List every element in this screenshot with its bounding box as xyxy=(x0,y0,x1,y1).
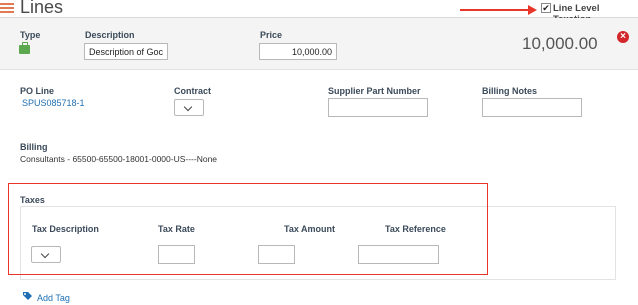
line-total: 10,000.00 xyxy=(522,34,598,53)
billing-label: Billing xyxy=(20,142,48,152)
supplier-part-label: Supplier Part Number xyxy=(328,86,421,96)
billing-notes-input[interactable] xyxy=(482,98,582,117)
contract-label: Contract xyxy=(174,86,212,96)
po-line-link[interactable]: SPUS085718-1 xyxy=(22,98,85,108)
description-input[interactable]: Description of Goc xyxy=(84,43,168,60)
annotation-highlight-box xyxy=(8,183,488,275)
price-label: Price xyxy=(260,30,283,40)
billing-notes-label: Billing Notes xyxy=(482,86,538,96)
add-tag-link[interactable]: Add Tag xyxy=(37,293,70,303)
description-label: Description xyxy=(85,30,135,40)
po-line-label: PO Line xyxy=(20,86,55,96)
billing-value: Consultants - 65500-65500-18001-0000-US-… xyxy=(20,154,218,164)
chevron-down-icon xyxy=(183,102,193,112)
goods-type-icon xyxy=(19,42,30,54)
price-input[interactable]: 10,000.00 xyxy=(259,43,337,60)
remove-line-icon[interactable]: × xyxy=(617,31,629,43)
line-level-taxation-checkbox[interactable]: ✔ xyxy=(541,3,551,13)
page-title: Lines xyxy=(20,0,64,17)
add-tag-icon[interactable] xyxy=(22,291,33,302)
type-label: Type xyxy=(20,30,41,40)
annotation-arrow xyxy=(460,9,532,11)
annotation-arrow-head xyxy=(528,5,537,15)
contract-select[interactable] xyxy=(174,99,204,116)
menu-icon[interactable] xyxy=(0,3,14,13)
supplier-part-input[interactable] xyxy=(328,98,428,117)
